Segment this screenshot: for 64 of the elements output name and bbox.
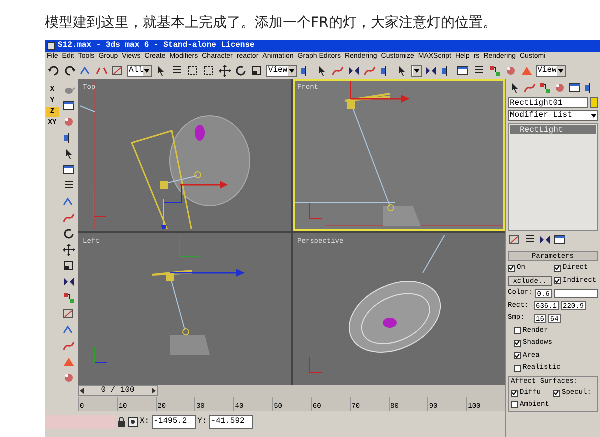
- axis-tripod-icon: [94, 190, 106, 218]
- caret-icon[interactable]: [144, 69, 150, 73]
- curve-icon[interactable]: [62, 339, 76, 353]
- dropdown[interactable]: View: [266, 65, 297, 77]
- caret-icon[interactable]: [591, 114, 597, 118]
- app-icon: [47, 42, 55, 50]
- list-icon[interactable]: [523, 233, 535, 245]
- mouse-wireframe-drawing: [382, 206, 420, 226]
- window-icon[interactable]: [62, 99, 76, 113]
- move-icon[interactable]: [218, 64, 232, 78]
- scale-icon[interactable]: [250, 64, 264, 78]
- stack-item[interactable]: RectLight: [510, 125, 596, 134]
- undo-icon[interactable]: [47, 64, 61, 78]
- lock-icon[interactable]: [117, 417, 126, 427]
- redo-icon[interactable]: [63, 64, 77, 78]
- window-icon[interactable]: [568, 81, 582, 95]
- caret-icon[interactable]: [288, 69, 295, 73]
- caret-icon[interactable]: [558, 69, 564, 73]
- rotate-icon[interactable]: [62, 227, 76, 241]
- axis-tripod-icon: [94, 346, 108, 364]
- axis-tripod-icon: [309, 202, 322, 220]
- dropdown[interactable]: View: [536, 65, 566, 77]
- window-icon[interactable]: [456, 64, 470, 78]
- arrow-icon[interactable]: [152, 388, 156, 394]
- dropdown[interactable]: All: [127, 65, 152, 77]
- axis-tripod-icon: [309, 356, 322, 374]
- schematic-icon[interactable]: [488, 64, 502, 78]
- mirror-icon[interactable]: [538, 233, 550, 245]
- material-icon[interactable]: [62, 371, 76, 385]
- color-swatch[interactable]: [590, 97, 598, 108]
- coordinate-label: Y:: [198, 416, 208, 428]
- dropdown[interactable]: [410, 65, 422, 77]
- checkbox[interactable]: [514, 364, 521, 372]
- scale-icon[interactable]: [62, 259, 76, 273]
- light-target-line: [422, 235, 445, 274]
- modifier-list-dropdown[interactable]: Modifier List: [508, 110, 598, 121]
- coordinate-label: X:: [140, 416, 150, 428]
- arrow-icon[interactable]: [80, 388, 84, 394]
- rotate-icon[interactable]: [234, 64, 248, 78]
- rectangle-icon[interactable]: [186, 64, 200, 78]
- schematic-icon[interactable]: [62, 291, 76, 305]
- time-slider-label: 0 / 100: [101, 384, 135, 396]
- window-title: S12.max - 3ds max 6 - Stand-alone License: [58, 40, 255, 52]
- checkbox[interactable]: [511, 401, 518, 408]
- move-icon[interactable]: [62, 243, 76, 257]
- caption: 模型建到这里，就基本上完成了。添加一个FR的灯，大家注意灯的位置。: [45, 14, 497, 33]
- object-name-field[interactable]: RectLight01: [508, 97, 588, 108]
- coordinate-field[interactable]: -1495.2: [152, 415, 196, 429]
- mirror-icon[interactable]: [62, 275, 76, 289]
- window-icon[interactable]: [62, 163, 76, 177]
- rectangle-icon[interactable]: [202, 64, 216, 78]
- light-target-line: [80, 106, 96, 112]
- time-slider-thumb[interactable]: 0 / 100: [78, 385, 158, 396]
- checkbox[interactable]: [514, 327, 521, 334]
- window-icon[interactable]: [553, 233, 565, 245]
- caret-icon[interactable]: [414, 69, 420, 73]
- material-icon[interactable]: [553, 81, 567, 95]
- transform-icon[interactable]: [128, 417, 138, 427]
- status-panel: [45, 415, 115, 429]
- mouse-wireframe-drawing: [170, 335, 210, 355]
- material-icon[interactable]: [62, 115, 76, 129]
- schematic-icon[interactable]: [538, 81, 552, 95]
- coordinate-field[interactable]: -41.592: [209, 415, 254, 429]
- color-swatch[interactable]: [554, 288, 598, 298]
